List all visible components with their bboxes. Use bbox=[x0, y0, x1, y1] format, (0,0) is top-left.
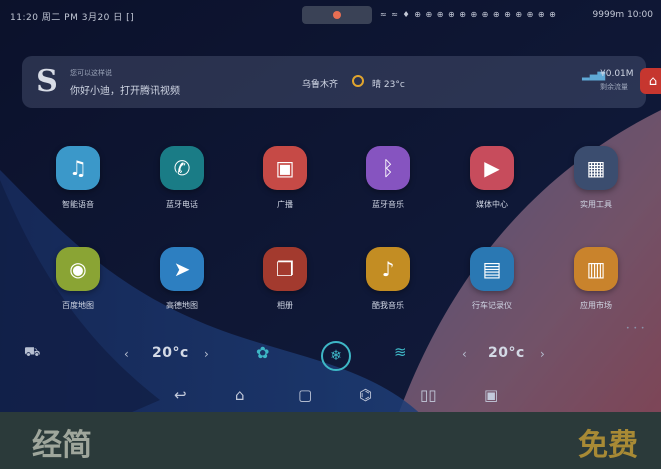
app-photo[interactable]: ❐ 相册 bbox=[245, 247, 325, 327]
app-paper-plane[interactable]: ➤ 高德地图 bbox=[142, 247, 222, 327]
climate-control-bar: ⛟ ‹ 20°c › ✿ ❄ ≋ ‹ 20°c › bbox=[0, 335, 661, 375]
app-store[interactable]: ▥ 应用市场 bbox=[556, 247, 636, 327]
status-time-date: 11:20 周二 PM 3月20 日 [] bbox=[10, 13, 135, 23]
app-tools-grid[interactable]: ▦ 实用工具 bbox=[556, 146, 636, 226]
app-label: 蓝牙电话 bbox=[166, 200, 198, 209]
app-label: 行车记录仪 bbox=[472, 301, 512, 310]
left-temp-up-button[interactable]: › bbox=[204, 347, 209, 361]
sun-icon bbox=[352, 75, 364, 87]
right-temp-down-button[interactable]: ‹ bbox=[462, 347, 467, 361]
status-icons: ≈ ≈ ♦ ⊕ ⊕ ⊕ ⊕ ⊕ ⊕ ⊕ ⊕ ⊕ ⊕ ⊕ ⊕ ⊕ bbox=[380, 10, 557, 19]
map-pin-icon[interactable]: ◉ bbox=[56, 247, 100, 291]
bottom-banner: 经简 免费 bbox=[0, 412, 661, 469]
left-temperature: 20°c bbox=[152, 345, 189, 361]
app-label: 高德地图 bbox=[166, 301, 198, 310]
assistant-logo-icon[interactable]: S bbox=[34, 65, 60, 99]
tools-grid-icon[interactable]: ▦ bbox=[574, 146, 618, 190]
ac-icon: ❄ bbox=[330, 348, 342, 364]
info-card[interactable]: S 您可以这样说 你好小迪，打开腾讯视频 乌鲁木齐 晴 23°c ▂▄▆ ¥0.… bbox=[22, 56, 661, 108]
left-temp-down-button[interactable]: ‹ bbox=[124, 347, 129, 361]
bluetooth-icon[interactable]: ᛒ bbox=[366, 146, 410, 190]
greeting-text[interactable]: 你好小迪，打开腾讯视频 bbox=[70, 82, 180, 97]
app-label: 蓝牙音乐 bbox=[372, 200, 404, 209]
app-label: 相册 bbox=[277, 301, 293, 310]
right-temp-up-button[interactable]: › bbox=[540, 347, 545, 361]
music-box-icon[interactable]: ♪ bbox=[366, 247, 410, 291]
car-home-screen: 11:20 周二 PM 3月20 日 [] ≈ ≈ ♦ ⊕ ⊕ ⊕ ⊕ ⊕ ⊕ … bbox=[0, 0, 661, 469]
back-icon[interactable]: ↩ bbox=[174, 386, 187, 404]
settings-icon[interactable]: ⌬ bbox=[359, 386, 372, 404]
page-indicator[interactable]: • • • bbox=[626, 325, 645, 332]
app-label: 广播 bbox=[277, 200, 293, 209]
split-screen-icon[interactable]: ▯▯ bbox=[420, 386, 437, 404]
home-icon[interactable]: ⌂ bbox=[235, 386, 245, 404]
app-label: 智能语音 bbox=[62, 200, 94, 209]
play-icon[interactable]: ▶ bbox=[470, 146, 514, 190]
app-map-pin[interactable]: ◉ 百度地图 bbox=[38, 247, 118, 327]
weather-city: 乌鲁木齐 bbox=[302, 80, 339, 90]
recent-apps-icon[interactable]: ▢ bbox=[298, 386, 312, 404]
greeting-subtitle: 您可以这样说 bbox=[70, 69, 112, 77]
app-radio[interactable]: ▣ 广播 bbox=[245, 146, 325, 226]
defrost-icon[interactable]: ≋ bbox=[394, 343, 407, 361]
screenshot-icon[interactable]: ▣ bbox=[484, 386, 498, 404]
app-label: 媒体中心 bbox=[476, 200, 508, 209]
app-label: 实用工具 bbox=[580, 200, 612, 209]
photo-icon[interactable]: ❐ bbox=[263, 247, 307, 291]
store-icon[interactable]: ▥ bbox=[574, 247, 618, 291]
app-play[interactable]: ▶ 媒体中心 bbox=[452, 146, 532, 226]
banner-left-text: 经简 bbox=[32, 428, 92, 463]
navigation-bar: ↩ ⌂ ▢ ⌬ ▯▯ ▣ bbox=[0, 384, 661, 410]
shop-button[interactable]: ⌂ bbox=[640, 68, 661, 94]
right-temperature: 20°c bbox=[488, 345, 525, 361]
shop-icon: ⌂ bbox=[648, 73, 658, 89]
fan-icon[interactable]: ✿ bbox=[256, 343, 269, 362]
app-voice-wave[interactable]: ♫ 智能语音 bbox=[38, 146, 118, 226]
status-pill[interactable] bbox=[302, 6, 372, 24]
radio-icon[interactable]: ▣ bbox=[263, 146, 307, 190]
app-label: 应用市场 bbox=[580, 301, 612, 310]
status-right-text: 9999m 10:00 bbox=[592, 10, 653, 20]
app-phone[interactable]: ✆ 蓝牙电话 bbox=[142, 146, 222, 226]
data-balance: ¥0.01M bbox=[600, 69, 634, 79]
car-icon[interactable]: ⛟ bbox=[24, 345, 40, 362]
data-balance-label: 剩余流量 bbox=[600, 83, 628, 91]
voice-wave-icon[interactable]: ♫ bbox=[56, 146, 100, 190]
app-label: 百度地图 bbox=[62, 301, 94, 310]
phone-icon[interactable]: ✆ bbox=[160, 146, 204, 190]
weather-text: 晴 23°c bbox=[372, 80, 405, 90]
ac-button[interactable]: ❄ bbox=[321, 341, 351, 371]
dashcam-icon[interactable]: ▤ bbox=[470, 247, 514, 291]
status-bar: 11:20 周二 PM 3月20 日 [] ≈ ≈ ♦ ⊕ ⊕ ⊕ ⊕ ⊕ ⊕ … bbox=[0, 0, 661, 30]
paper-plane-icon[interactable]: ➤ bbox=[160, 247, 204, 291]
banner-right-text: 免费 bbox=[578, 428, 638, 463]
app-label: 酷我音乐 bbox=[372, 301, 404, 310]
notification-dot-icon bbox=[333, 11, 341, 19]
app-dashcam[interactable]: ▤ 行车记录仪 bbox=[452, 247, 532, 327]
app-bluetooth[interactable]: ᛒ 蓝牙音乐 bbox=[348, 146, 428, 226]
app-music-box[interactable]: ♪ 酷我音乐 bbox=[348, 247, 428, 327]
